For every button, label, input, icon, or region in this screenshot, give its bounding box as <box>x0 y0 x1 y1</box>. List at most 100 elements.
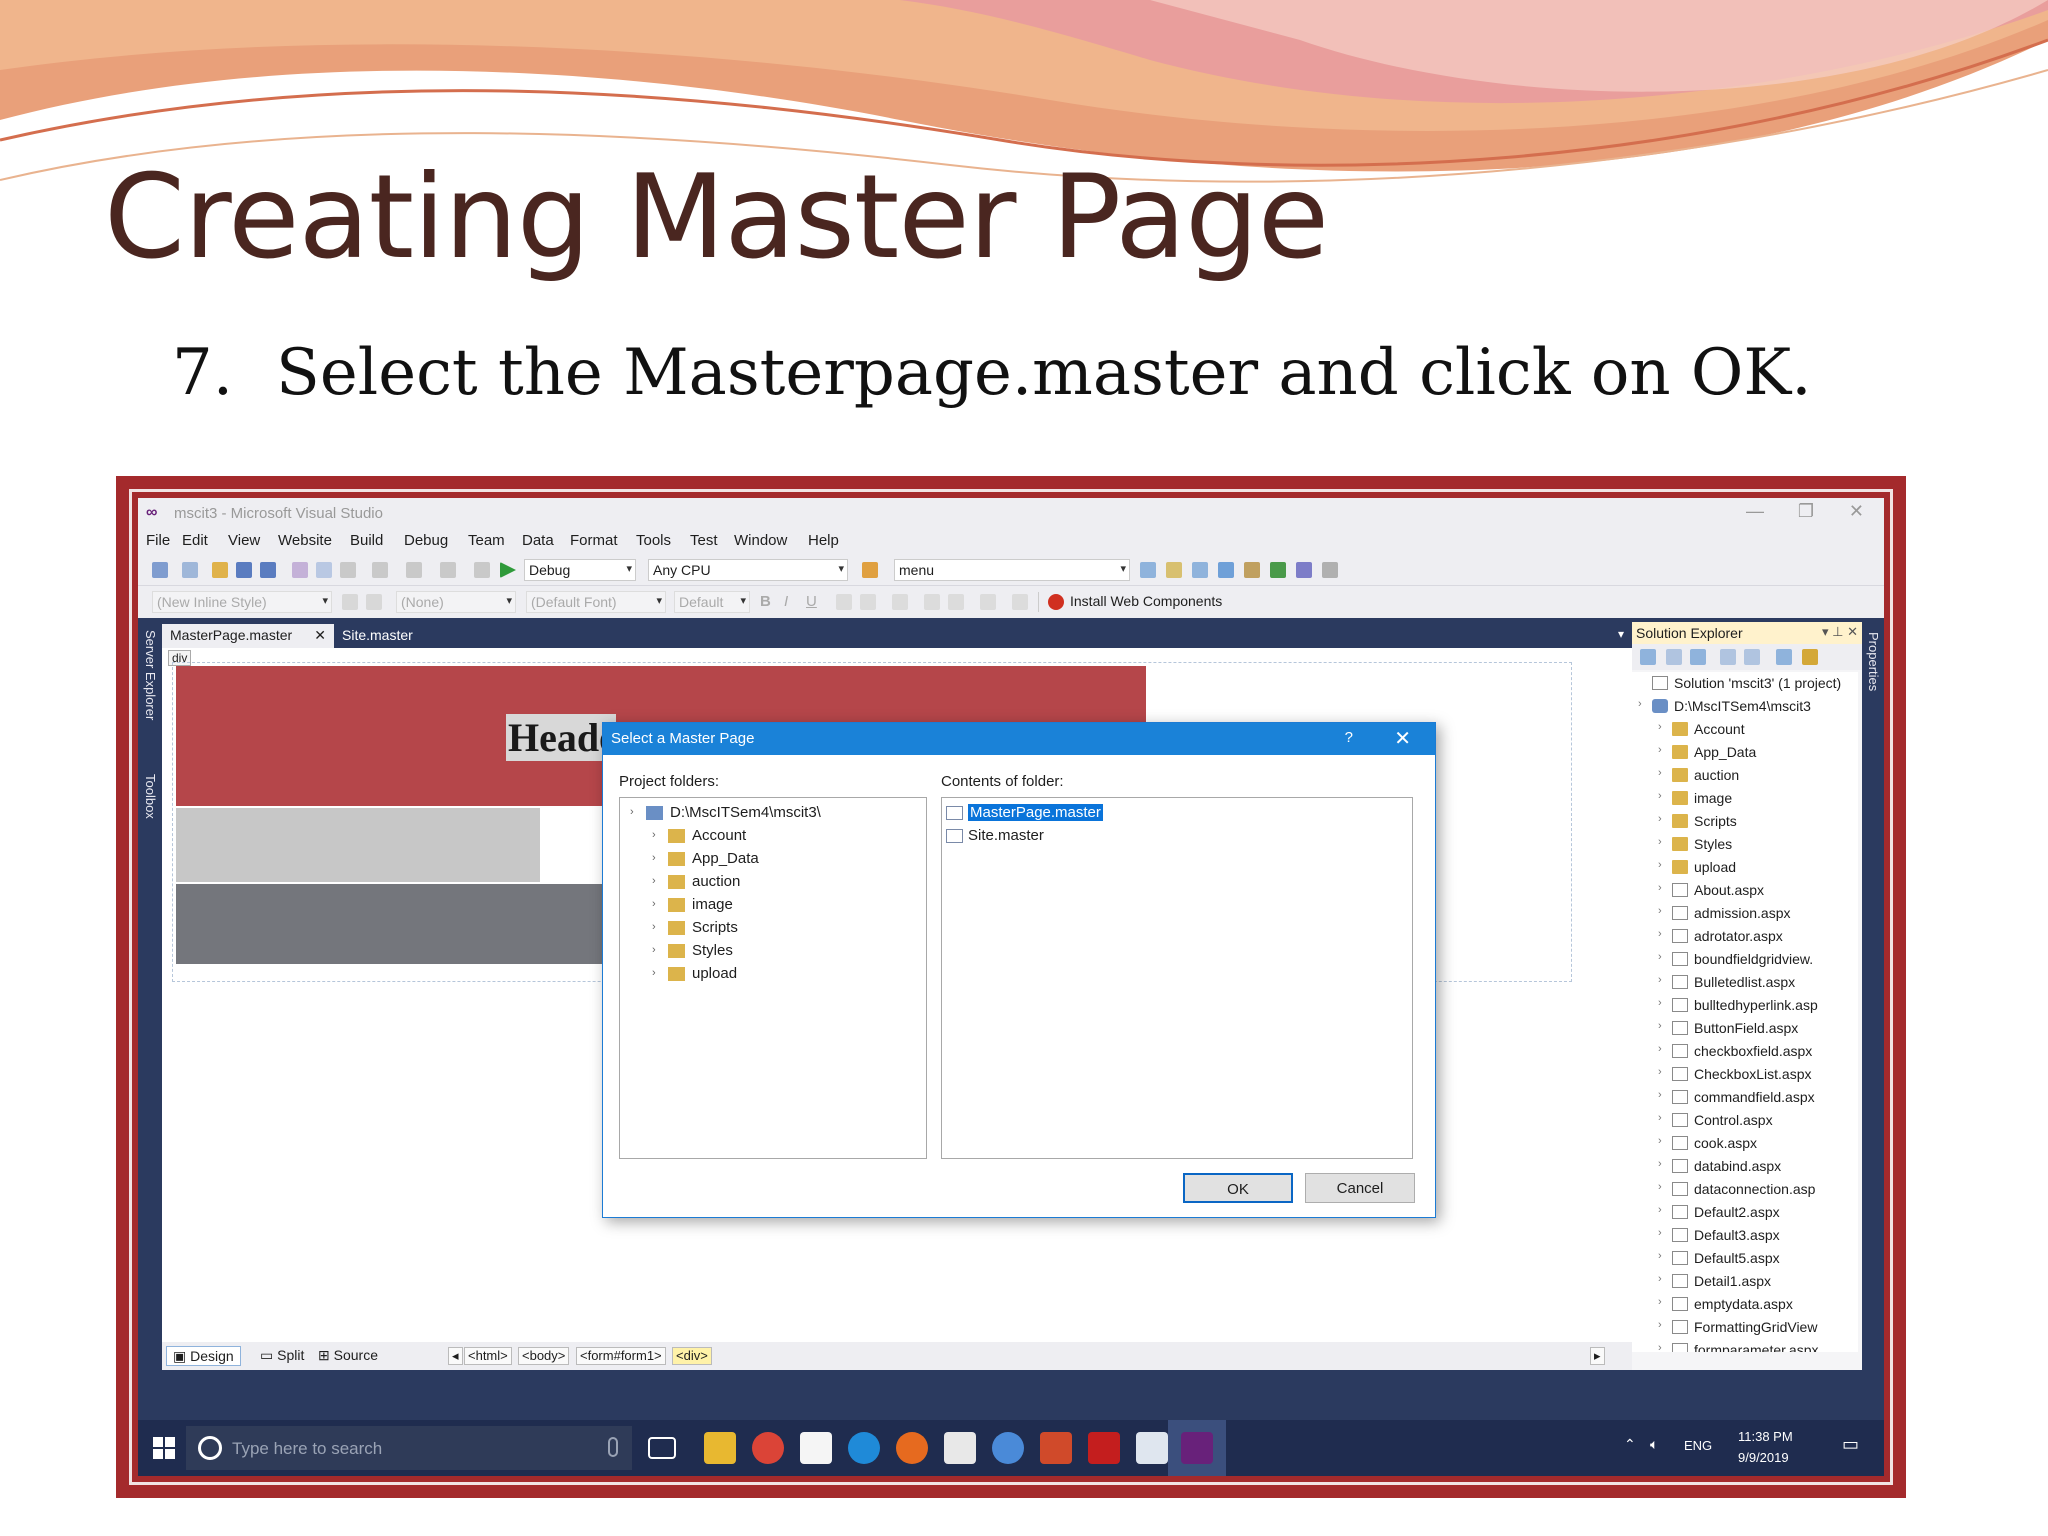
volume-icon[interactable]: 🔈︎ <box>1650 1436 1658 1453</box>
refresh-icon[interactable] <box>1690 649 1706 665</box>
home-icon[interactable] <box>1640 649 1656 665</box>
file-node[interactable]: › checkboxfield.aspx <box>1632 1040 1858 1062</box>
save-all-icon[interactable] <box>260 562 276 578</box>
clock-date[interactable]: 9/9/2019 <box>1738 1450 1789 1465</box>
chevron-right-icon[interactable]: › <box>1658 790 1662 802</box>
cut-icon[interactable] <box>292 562 308 578</box>
toolbar-icon-8[interactable] <box>1322 562 1338 578</box>
ok-button[interactable]: OK <box>1183 1173 1293 1203</box>
chevron-right-icon[interactable]: › <box>1658 1089 1662 1101</box>
tag-html[interactable]: <html> <box>464 1347 512 1365</box>
powerpoint-icon[interactable] <box>1040 1432 1072 1464</box>
folder-node[interactable]: › auction <box>1632 764 1858 786</box>
platform-dropdown[interactable]: Any CPU ▾ <box>648 559 848 581</box>
chevron-right-icon[interactable]: › <box>1658 928 1662 940</box>
chevron-icon[interactable]: › <box>652 944 656 956</box>
store-icon[interactable] <box>800 1432 832 1464</box>
language-indicator[interactable]: ENG <box>1684 1438 1712 1453</box>
file-node[interactable]: › Bulletedlist.aspx <box>1632 971 1858 993</box>
project-node[interactable]: › D:\MscITSem4\mscit3 <box>1632 695 1858 717</box>
menu-block[interactable] <box>176 808 540 882</box>
toolbar-icon-5[interactable] <box>1244 562 1260 578</box>
redo-icon[interactable] <box>406 562 422 578</box>
project-folders-tree[interactable]: › D:\MscITSem4\mscit3\ › Account › App_Data › a… <box>619 797 927 1159</box>
start-debug-icon[interactable] <box>500 562 516 578</box>
menu-view[interactable]: View <box>228 532 260 549</box>
file-node[interactable]: › commandfield.aspx <box>1632 1086 1858 1108</box>
font-color-icon[interactable] <box>836 594 852 610</box>
tag-div[interactable]: <div> <box>672 1347 712 1365</box>
tag-scroll-right-icon[interactable]: ▸ <box>1590 1347 1605 1365</box>
file-node[interactable]: › Default5.aspx <box>1632 1247 1858 1269</box>
install-web-components-button[interactable]: Install Web Components <box>1070 593 1222 609</box>
chevron-right-icon[interactable]: › <box>1658 974 1662 986</box>
save-icon[interactable] <box>236 562 252 578</box>
maximize-button[interactable]: ❐ <box>1798 501 1814 522</box>
file-node[interactable]: › CheckboxList.aspx <box>1632 1063 1858 1085</box>
file-node[interactable]: › emptydata.aspx <box>1632 1293 1858 1315</box>
chevron-right-icon[interactable]: › <box>1658 836 1662 848</box>
align-icon[interactable] <box>892 594 908 610</box>
toolbar-icon-1[interactable] <box>1140 562 1156 578</box>
chevron-icon[interactable]: › <box>652 921 656 933</box>
file-node[interactable]: › About.aspx <box>1632 879 1858 901</box>
copy-icon[interactable] <box>316 562 332 578</box>
undo-icon[interactable] <box>372 562 388 578</box>
file-node[interactable]: › Detail1.aspx <box>1632 1270 1858 1292</box>
chevron-right-icon[interactable]: › <box>1658 1319 1662 1331</box>
chevron-right-icon[interactable]: › <box>1658 721 1662 733</box>
chevron-right-icon[interactable]: › <box>1658 997 1662 1009</box>
solution-node[interactable]: Solution 'mscit3' (1 project) <box>1632 672 1858 694</box>
chevron-right-icon[interactable]: › <box>1658 813 1662 825</box>
block-format-dropdown[interactable]: (None) ▾ <box>396 591 516 613</box>
add-item-icon[interactable] <box>182 562 198 578</box>
find-combo[interactable]: menu ▾ <box>894 559 1130 581</box>
style-dropdown[interactable]: (New Inline Style) ▾ <box>152 591 332 613</box>
chevron-right-icon[interactable]: › <box>1658 1342 1662 1352</box>
toolbar-icon-6[interactable] <box>1270 562 1286 578</box>
properties-icon[interactable] <box>1776 649 1792 665</box>
toolbox-tab[interactable]: Toolbox <box>143 774 158 819</box>
apply-style-icon[interactable] <box>342 594 358 610</box>
split-view-button[interactable]: ▭ Split <box>254 1346 310 1366</box>
underline-button[interactable]: U <box>806 593 817 610</box>
folder-node[interactable]: › Styles <box>1632 833 1858 855</box>
menu-file[interactable]: File <box>146 532 170 549</box>
menu-edit[interactable]: Edit <box>182 532 208 549</box>
font-size-dropdown[interactable]: Default ▾ <box>674 591 750 613</box>
chrome-icon[interactable] <box>752 1432 784 1464</box>
chevron-right-icon[interactable]: › <box>1658 1135 1662 1147</box>
solution-config-dropdown[interactable]: Debug ▾ <box>524 559 636 581</box>
chevron-right-icon[interactable]: › <box>1658 744 1662 756</box>
tab-site-master[interactable]: Site.master <box>334 624 421 648</box>
folder-node[interactable]: › upload <box>1632 856 1858 878</box>
media-player-icon[interactable] <box>944 1432 976 1464</box>
source-view-button[interactable]: ⊞ Source <box>312 1346 384 1366</box>
chevron-right-icon[interactable]: › <box>1658 1204 1662 1216</box>
minimize-button[interactable]: — <box>1746 501 1764 522</box>
toolbar-icon-2[interactable] <box>1166 562 1182 578</box>
chevron-right-icon[interactable]: › <box>1658 882 1662 894</box>
file-explorer-icon[interactable] <box>704 1432 736 1464</box>
close-window-button[interactable]: ✕ <box>1849 501 1864 522</box>
chevron-icon[interactable]: › <box>652 852 656 864</box>
show-all-icon[interactable] <box>1744 649 1760 665</box>
chevron-right-icon[interactable]: › <box>1658 767 1662 779</box>
chevron-right-icon[interactable]: › <box>1658 905 1662 917</box>
folder-node[interactable]: › App_Data <box>1632 741 1858 763</box>
file-node[interactable]: › adrotator.aspx <box>1632 925 1858 947</box>
paste-icon[interactable] <box>340 562 356 578</box>
acrobat-icon[interactable] <box>1088 1432 1120 1464</box>
navigate-back-icon[interactable] <box>440 562 456 578</box>
file-node[interactable]: › admission.aspx <box>1632 902 1858 924</box>
notifications-icon[interactable]: ▭ <box>1842 1434 1859 1455</box>
chevron-right-icon[interactable]: › <box>1658 1066 1662 1078</box>
attach-style-icon[interactable] <box>366 594 382 610</box>
chevron-right-icon[interactable]: › <box>1658 1181 1662 1193</box>
chrome-profile-icon[interactable] <box>992 1432 1024 1464</box>
chevron-right-icon[interactable]: › <box>1658 1020 1662 1032</box>
chevron-right-icon[interactable]: › <box>1658 1112 1662 1124</box>
indent-icon[interactable] <box>980 594 996 610</box>
pending-changes-icon[interactable] <box>1802 649 1818 665</box>
menu-team[interactable]: Team <box>468 532 505 549</box>
